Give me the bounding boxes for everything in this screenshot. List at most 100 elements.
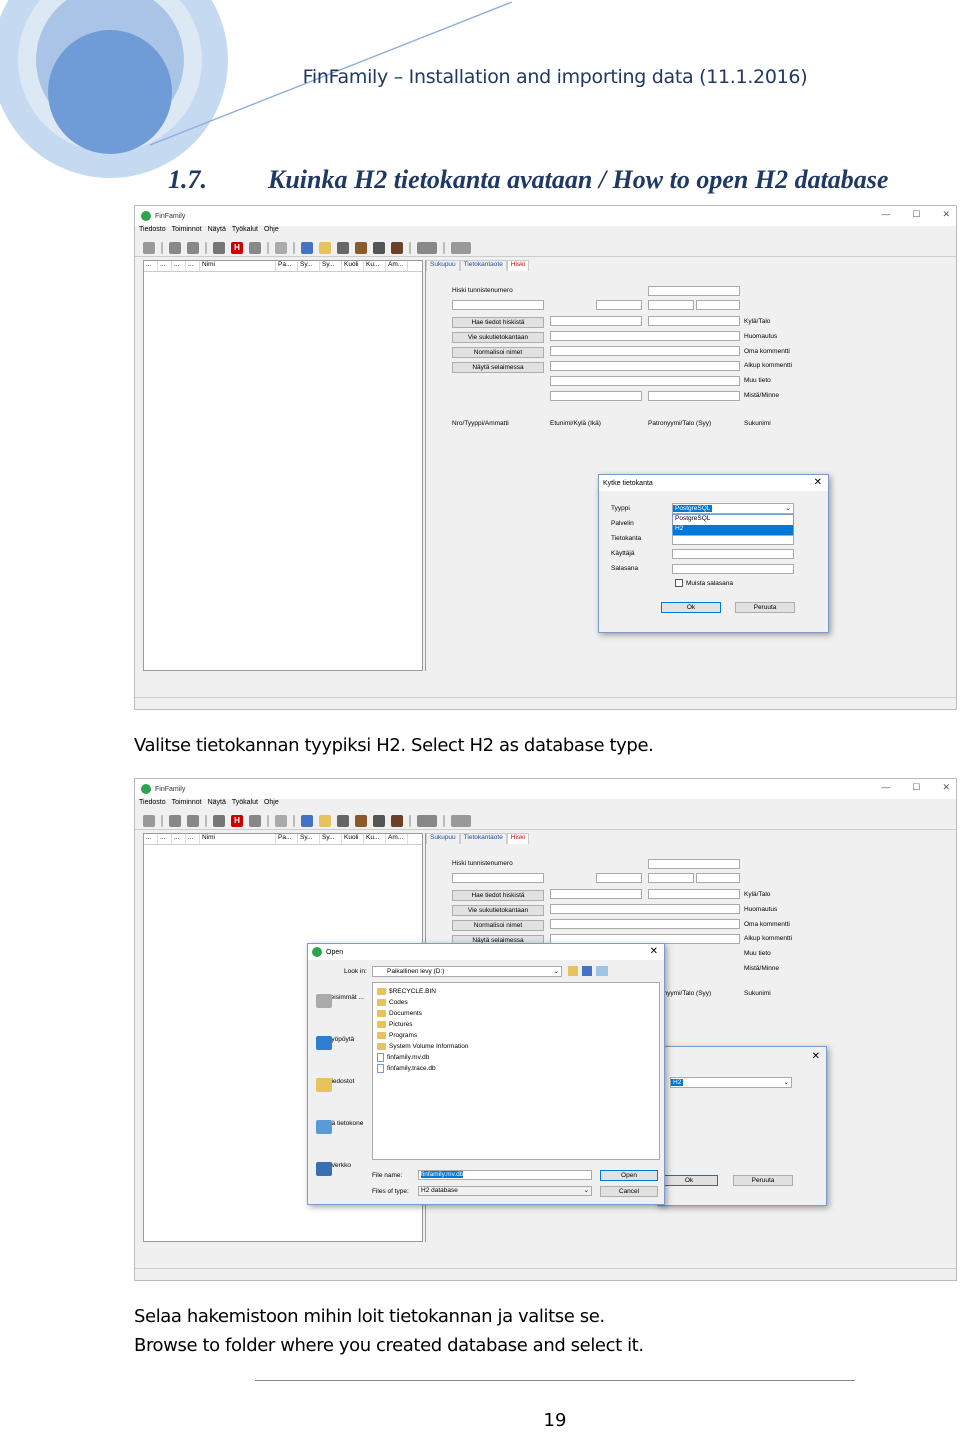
pin-icon[interactable] (249, 241, 261, 254)
hiski-id-field[interactable] (452, 873, 544, 883)
col-header[interactable]: Sy... (298, 834, 320, 844)
menu-tyokalut[interactable]: Työkalut (232, 226, 258, 238)
col-header[interactable]: ... (172, 834, 186, 844)
tree-icon[interactable] (143, 814, 155, 827)
hiski-field[interactable] (648, 300, 694, 310)
close-icon[interactable]: ✕ (942, 782, 950, 793)
place-network[interactable]: Verkko (316, 1162, 366, 1176)
col-header[interactable]: Kuoli (342, 261, 364, 271)
user-field[interactable] (672, 549, 794, 559)
relatives-icon[interactable] (169, 814, 181, 827)
menu-nayta[interactable]: Näytä (208, 226, 226, 238)
h-icon[interactable]: H (231, 814, 243, 827)
col-header[interactable]: ... (186, 261, 200, 271)
option-postgresql[interactable]: PostgreSQL (673, 515, 793, 525)
hiski-field[interactable] (550, 346, 740, 356)
file-type-select[interactable]: H2 database ⌄ (418, 1186, 592, 1196)
hiski-field[interactable] (648, 391, 740, 401)
menu-toiminnot[interactable]: Toiminnot (172, 799, 202, 811)
list-item[interactable]: finfamily.mv.db (377, 1052, 655, 1063)
tab-sukupuu[interactable]: Sukupuu (426, 260, 460, 271)
close-icon[interactable]: ✕ (650, 946, 658, 957)
list-item[interactable]: Programs (377, 1030, 655, 1041)
relatives-icon[interactable] (169, 241, 181, 254)
list-item[interactable]: Codes (377, 997, 655, 1008)
menu-ohje[interactable]: Ohje (264, 799, 279, 811)
hiski-field[interactable] (550, 904, 740, 914)
ok-button[interactable]: Ok (661, 602, 721, 613)
hiski-field[interactable] (648, 286, 740, 296)
vehicle-icon[interactable] (417, 241, 437, 254)
pin-icon[interactable] (249, 814, 261, 827)
list-item[interactable]: Documents (377, 1008, 655, 1019)
password-field[interactable] (672, 564, 794, 574)
tab-hiski[interactable]: Hiski (506, 833, 529, 844)
hiski-field[interactable] (648, 873, 694, 883)
col-header[interactable]: ... (172, 261, 186, 271)
doc-icon[interactable] (319, 241, 331, 254)
col-header[interactable]: Pa... (276, 261, 298, 271)
menu-nayta[interactable]: Näytä (208, 799, 226, 811)
printer-icon[interactable] (451, 241, 471, 254)
hae-tiedot-button[interactable]: Hae tiedot hiskistä (452, 317, 544, 328)
person-icon[interactable] (213, 241, 225, 254)
place-desktop[interactable]: Työpöytä (316, 1036, 366, 1050)
col-header[interactable]: Nimi (200, 834, 276, 844)
hiski-field[interactable] (550, 889, 642, 899)
cancel-button[interactable]: Peruuta (733, 1175, 793, 1186)
hiski-field[interactable] (550, 376, 740, 386)
hiski-field[interactable] (550, 919, 740, 929)
tool-icon[interactable] (275, 241, 287, 254)
nayta-selaimessa-button[interactable]: Näytä selaimessa (452, 362, 544, 373)
place-computer[interactable]: Tämä tietokone (316, 1120, 366, 1134)
hae-tiedot-button[interactable]: Hae tiedot hiskistä (452, 890, 544, 901)
hiski-id-field[interactable] (452, 300, 544, 310)
vehicle-icon[interactable] (417, 814, 437, 827)
hiski-field[interactable] (550, 316, 642, 326)
hiski-field[interactable] (596, 873, 642, 883)
maximize-icon[interactable]: ☐ (912, 782, 920, 793)
minimize-icon[interactable]: — (881, 209, 890, 220)
image-icon[interactable] (337, 241, 349, 254)
hiski-field[interactable] (696, 300, 740, 310)
col-header[interactable]: ... (144, 261, 158, 271)
col-header[interactable]: Ku... (364, 834, 386, 844)
home-icon[interactable] (355, 241, 367, 254)
close-icon[interactable]: ✕ (812, 1051, 820, 1062)
menu-tyokalut[interactable]: Työkalut (232, 799, 258, 811)
col-header[interactable]: Pa... (276, 834, 298, 844)
look-in-select[interactable]: Paikallinen levy (D:) ⌄ (372, 966, 562, 977)
list-item[interactable]: Pictures (377, 1019, 655, 1030)
binoculars-icon[interactable] (373, 241, 385, 254)
hiski-field[interactable] (550, 331, 740, 341)
menu-tiedosto[interactable]: Tiedosto (139, 226, 166, 238)
col-header[interactable]: ... (144, 834, 158, 844)
doc-icon[interactable] (319, 814, 331, 827)
menu-tiedosto[interactable]: Tiedosto (139, 799, 166, 811)
col-header[interactable]: Kuoli (342, 834, 364, 844)
copy-icon[interactable] (301, 814, 313, 827)
tab-tietokantaote[interactable]: Tietokantaote (459, 260, 507, 271)
close-icon[interactable]: ✕ (942, 209, 950, 220)
home-icon[interactable] (355, 814, 367, 827)
h-icon[interactable]: H (231, 241, 243, 254)
normalisoi-button[interactable]: Normalisoi nimet (452, 347, 544, 358)
menu-ohje[interactable]: Ohje (264, 226, 279, 238)
col-header[interactable]: Ku... (364, 261, 386, 271)
open-button[interactable]: Open (600, 1170, 658, 1181)
up-folder-icon[interactable] (568, 966, 578, 976)
file-name-field[interactable]: finfamily.mv.db (418, 1170, 592, 1180)
tree-icon[interactable] (143, 241, 155, 254)
hiski-field[interactable] (648, 316, 740, 326)
col-header[interactable]: Sy... (298, 261, 320, 271)
place-recent[interactable]: Viimeisimmät ... (316, 994, 366, 1008)
menu-toiminnot[interactable]: Toiminnot (172, 226, 202, 238)
tab-hiski[interactable]: Hiski (506, 260, 529, 271)
col-header[interactable]: Nimi (200, 261, 276, 271)
hiski-field[interactable] (550, 361, 740, 371)
list-item[interactable]: $RECYCLE.BIN (377, 986, 655, 997)
minimize-icon[interactable]: — (881, 782, 890, 793)
col-header[interactable]: Sy... (320, 834, 342, 844)
type-select[interactable]: H2 ⌄ (670, 1077, 792, 1088)
tool-icon[interactable] (275, 814, 287, 827)
